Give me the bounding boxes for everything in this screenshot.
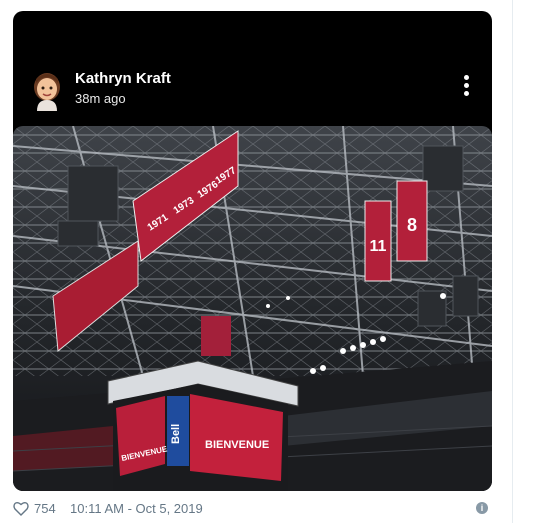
story-time-ago: 38m ago [75, 91, 126, 106]
timeline-divider [512, 0, 513, 523]
arena-photo[interactable]: 11 8 1971 1973 1976 1977 Bell BIENVENUE … [13, 126, 492, 491]
banner-number-8: 8 [407, 215, 417, 235]
tweet-timestamp[interactable]: 10:11 AM - Oct 5, 2019 [70, 501, 203, 516]
story-header: Kathryn Kraft 38m ago [13, 11, 492, 121]
info-icon[interactable]: i [476, 502, 488, 514]
embedded-media-card[interactable]: Kathryn Kraft 38m ago 11 8 1971 1973 197… [13, 11, 492, 491]
story-user-name[interactable]: Kathryn Kraft [75, 70, 171, 87]
scoreboard-sponsor: Bell [170, 424, 182, 444]
more-vertical-icon[interactable] [459, 75, 473, 101]
scoreboard: Bell BIENVENUE BIENVENUE [107, 360, 299, 491]
tweet-footer: 754 10:11 AM - Oct 5, 2019 i [13, 500, 493, 520]
bitmoji-avatar-icon[interactable] [28, 69, 66, 111]
like-count[interactable]: 754 [34, 501, 56, 516]
banner-number-11: 11 [370, 238, 387, 255]
scoreboard-right-text: BIENVENUE [205, 439, 269, 451]
heart-icon[interactable] [13, 501, 29, 516]
